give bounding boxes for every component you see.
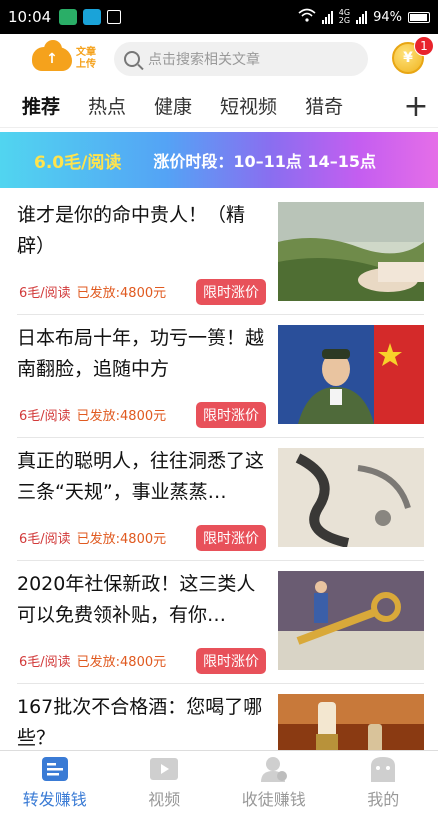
search-placeholder: 点击搜索相关文章 — [148, 52, 260, 68]
article-title: 真正的聪明人，往往洞悉了这三条“天规”，事业蒸蒸… — [17, 450, 265, 503]
status-time: 10:04 — [8, 8, 52, 26]
tv-icon — [83, 9, 102, 25]
battery-percent: 94% — [373, 9, 402, 25]
video-play-icon — [150, 757, 179, 780]
wifi-icon — [298, 8, 316, 26]
article-meta: 6毛/阅读 已发放:4800元 — [19, 528, 166, 547]
banner-rate: 6.0毛/阅读 — [34, 152, 122, 173]
tab-health[interactable]: 健康 — [154, 92, 192, 119]
hot-tag: 限时涨价 — [196, 279, 266, 305]
article-meta: 6毛/阅读 已发放:4800元 — [19, 405, 166, 424]
banner-time-slots: 涨价时段：10–11点 14–15点 — [153, 152, 376, 171]
article-issued: 已发放:4800元 — [76, 409, 167, 424]
face-icon — [371, 756, 396, 782]
app-header: ↑ 文章 上传 点击搜索相关文章 ¥ 1 — [0, 34, 438, 84]
hand-icon — [107, 10, 122, 24]
category-tabs: 推荐 热点 健康 短视频 猎奇 + — [0, 84, 438, 128]
nav-label: 我的 — [367, 789, 400, 809]
nav-label: 转发赚钱 — [22, 789, 87, 809]
signal-icon — [321, 10, 333, 24]
nav-mine[interactable]: 我的 — [329, 751, 438, 814]
article-thumbnail — [278, 448, 424, 547]
signal-icon-2 — [356, 10, 368, 24]
bottom-nav: 转发赚钱 视频 收徒赚钱 我的 — [0, 750, 438, 814]
tab-short-video[interactable]: 短视频 — [220, 92, 277, 119]
notification-badge: 1 — [414, 36, 434, 56]
list-item[interactable]: 谁才是你的命中贵人！（精辟） 6毛/阅读 已发放:4800元 限时涨价 — [17, 192, 424, 315]
user-add-icon — [260, 756, 287, 782]
article-meta: 6毛/阅读 已发放:4800元 — [19, 282, 166, 301]
article-title: 2020年社保新政！这三类人可以免费领补贴，有你… — [17, 573, 256, 626]
coin-button[interactable]: ¥ 1 — [392, 36, 434, 76]
article-issued: 已发放:4800元 — [76, 286, 167, 301]
nav-share-earn[interactable]: 转发赚钱 — [0, 751, 110, 814]
share-doc-icon — [41, 756, 68, 781]
article-thumbnail — [278, 202, 424, 301]
article-title: 谁才是你的命中贵人！（精辟） — [17, 204, 246, 257]
plus-icon[interactable]: + — [394, 84, 438, 127]
article-title: 167批次不合格酒：您喝了哪些？ — [17, 696, 263, 749]
article-meta: 6毛/阅读 已发放:4800元 — [19, 651, 166, 670]
article-upload-button[interactable]: ↑ 文章 上传 — [32, 40, 98, 71]
nav-label: 收徒赚钱 — [241, 789, 306, 809]
nav-label: 视频 — [148, 789, 181, 809]
hot-tag: 限时涨价 — [196, 648, 266, 674]
status-indicators: 4G 2G 94% — [298, 8, 430, 26]
article-issued: 已发放:4800元 — [76, 655, 167, 670]
hot-tag: 限时涨价 — [196, 525, 266, 551]
article-rate: 6毛/阅读 — [19, 532, 71, 547]
search-input[interactable]: 点击搜索相关文章 — [114, 42, 368, 76]
promo-banner[interactable]: 6.0毛/阅读 涨价时段：10–11点 14–15点 — [0, 132, 438, 188]
article-thumbnail — [278, 325, 424, 424]
search-icon — [124, 51, 140, 67]
list-item[interactable]: 日本布局十年，功亏一篑！越南翻脸，追随中方 6毛/阅读 已发放:4800元 限时… — [17, 315, 424, 438]
tab-hot[interactable]: 热点 — [88, 92, 126, 119]
article-title: 日本布局十年，功亏一篑！越南翻脸，追随中方 — [17, 327, 265, 380]
article-list: 谁才是你的命中贵人！（精辟） 6毛/阅读 已发放:4800元 限时涨价 日本布局… — [0, 192, 438, 807]
tab-recommend[interactable]: 推荐 — [22, 92, 60, 119]
nav-video[interactable]: 视频 — [110, 751, 220, 814]
hot-tag: 限时涨价 — [196, 402, 266, 428]
nav-recruit-earn[interactable]: 收徒赚钱 — [219, 751, 329, 814]
status-bar: 10:04 4G 2G 94% — [0, 0, 438, 34]
list-item[interactable]: 2020年社保新政！这三类人可以免费领补贴，有你… 6毛/阅读 已发放:4800… — [17, 561, 424, 684]
article-rate: 6毛/阅读 — [19, 655, 71, 670]
article-rate: 6毛/阅读 — [19, 409, 71, 424]
upload-label: 文章 上传 — [76, 47, 96, 70]
battery-icon — [408, 11, 430, 23]
article-issued: 已发放:4800元 — [76, 532, 167, 547]
wechat-icon — [59, 9, 78, 25]
tab-curious[interactable]: 猎奇 — [305, 92, 343, 119]
network-type: 4G 2G — [338, 8, 351, 25]
article-rate: 6毛/阅读 — [19, 286, 71, 301]
cloud-upload-icon: ↑ — [32, 40, 72, 71]
list-item[interactable]: 真正的聪明人，往往洞悉了这三条“天规”，事业蒸蒸… 6毛/阅读 已发放:4800… — [17, 438, 424, 561]
article-thumbnail — [278, 571, 424, 670]
